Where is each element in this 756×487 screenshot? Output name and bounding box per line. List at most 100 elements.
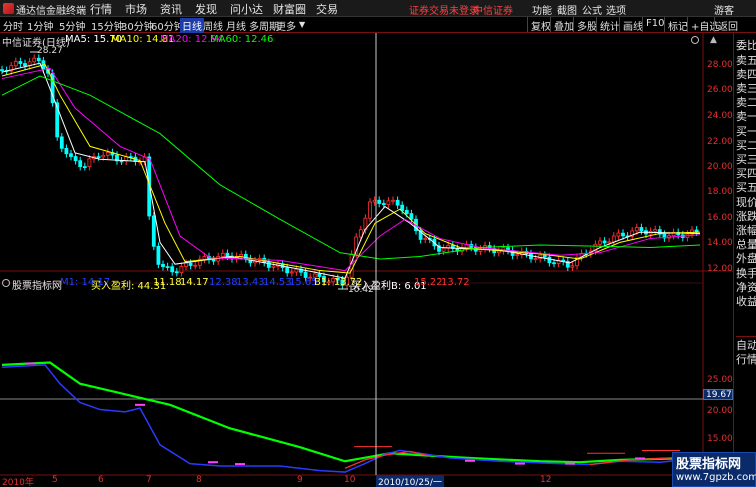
candle-body	[621, 232, 625, 237]
login-status[interactable]: 证券交易未登录	[409, 2, 479, 17]
candle-body	[533, 258, 538, 260]
tab-intraday[interactable]: 分时	[3, 18, 23, 33]
price-tick: 14.00	[707, 238, 733, 248]
watermark-url: www.7gpzb.com	[676, 472, 756, 483]
tab-multi-period[interactable]: 多周期	[249, 18, 279, 33]
title-bar: 通达信金融终端 行情 市场 资讯 发现 问小达 财富圈 交易 证券交易未登录 中…	[0, 0, 756, 17]
candle-body	[570, 265, 575, 268]
candle-body	[634, 227, 639, 232]
menu-item-screenshot[interactable]: 截图	[557, 2, 577, 17]
tab-1min[interactable]: 1分钟	[27, 18, 53, 33]
candle-body	[653, 229, 658, 232]
app-name: 通达信金融终端	[16, 6, 86, 17]
tab-more[interactable]: 更多	[276, 18, 296, 33]
tab-weekly[interactable]: 周线	[203, 18, 223, 33]
candle-body	[36, 57, 41, 62]
indicator-tick: 15.00	[707, 434, 733, 444]
menu-item-assistant[interactable]: 问小达	[230, 1, 263, 17]
candle-body	[193, 264, 198, 267]
candle-body	[165, 266, 170, 269]
candle-body	[179, 265, 184, 273]
indicator-v4: 13.43	[236, 277, 265, 288]
x-label: 7	[146, 475, 152, 485]
candle-body	[542, 254, 547, 258]
price-tick: 12.00	[707, 264, 733, 274]
candle-body	[82, 166, 87, 168]
candle-body	[64, 147, 69, 155]
menu-item-news[interactable]: 资讯	[160, 1, 182, 17]
menu-item-quotes[interactable]: 行情	[90, 1, 112, 17]
more-chevron-icon[interactable]: ▼	[299, 20, 305, 29]
candle-body	[602, 240, 607, 244]
indicator-tick: 20.00	[707, 406, 733, 416]
candle-body	[96, 156, 101, 159]
candle-body	[441, 247, 446, 252]
panel-label: 收益	[736, 295, 756, 308]
candle-body	[547, 256, 552, 264]
price-tick: 24.00	[707, 111, 733, 121]
indicator-blue-line	[1, 364, 701, 473]
candle-body	[368, 201, 372, 219]
candle-body	[639, 227, 644, 232]
panel-label: 外盘	[736, 252, 756, 265]
candle-body	[73, 156, 78, 162]
back-button[interactable]: 返回	[714, 17, 741, 33]
candle-body	[611, 235, 616, 243]
menu-item-market[interactable]: 市场	[125, 1, 147, 17]
menu-item-discover[interactable]: 发现	[195, 1, 217, 17]
candle-body	[386, 200, 391, 206]
candle-body	[404, 210, 409, 215]
tab-15min[interactable]: 15分钟	[91, 18, 124, 33]
chart-area[interactable]	[0, 33, 733, 487]
price-tick: 28.00	[707, 60, 733, 70]
indicator-v3: 12.38	[209, 277, 238, 288]
quote-side-panel: 委比 卖五 卖四 卖三 卖二 卖一 买一 买二 买三 买四 买五 现价 涨跌 涨…	[733, 33, 756, 487]
candle-body	[32, 57, 37, 63]
ma60-line	[1, 75, 701, 260]
indicator-v5: 14.53	[263, 277, 292, 288]
candle-body	[18, 61, 23, 64]
menu-item-formula[interactable]: 公式	[582, 2, 602, 17]
quotes-toggle[interactable]: 行情	[736, 351, 756, 367]
candle-body	[552, 262, 556, 265]
tab-monthly[interactable]: 月线	[226, 18, 246, 33]
candle-body	[101, 154, 106, 158]
price-tick: 26.00	[707, 85, 733, 95]
app-logo-icon	[3, 3, 14, 14]
candle-body	[271, 265, 276, 268]
candle-body	[598, 240, 602, 245]
candle-body	[78, 160, 83, 167]
candle-body	[289, 271, 294, 274]
high-price-label: 28.27	[37, 46, 63, 56]
candle-body	[0, 69, 4, 71]
user-guest[interactable]: 游客	[714, 2, 734, 17]
tab-30min[interactable]: 30分钟	[121, 18, 154, 33]
price-tick: 20.00	[707, 162, 733, 172]
moving-average-lines	[1, 62, 701, 279]
candle-body	[156, 245, 161, 265]
indicator-v8: 13.72	[441, 277, 470, 288]
indicator-tick: 25.00	[707, 375, 733, 385]
candle-body	[184, 262, 188, 267]
candle-body	[119, 160, 124, 163]
menu-item-options[interactable]: 选项	[606, 2, 626, 17]
candle-body	[607, 241, 612, 244]
broker-name[interactable]: 中信证券	[473, 2, 513, 17]
menu-item-trade[interactable]: 交易	[316, 1, 338, 17]
candle-body	[409, 213, 414, 220]
candle-body	[170, 266, 175, 273]
indicator-settings-icon[interactable]	[2, 279, 10, 287]
tab-daily[interactable]: 日线	[180, 18, 204, 33]
menu-item-wealth[interactable]: 财富圈	[273, 1, 306, 17]
indicator-name[interactable]: 股票指标网	[12, 277, 62, 292]
candle-body	[161, 263, 165, 268]
x-label: 9	[297, 475, 303, 485]
indicator-lines	[1, 361, 701, 473]
menu-item-function[interactable]: 功能	[532, 2, 552, 17]
panel-label: 委比	[736, 39, 756, 52]
tab-5min[interactable]: 5分钟	[59, 18, 85, 33]
candle-body	[395, 199, 400, 206]
x-cursor-date: 2010/10/25/一	[376, 475, 444, 487]
watermark-logo: 股票指标网 www.7gpzb.com	[672, 452, 756, 487]
tab-60min[interactable]: 60分钟	[151, 18, 184, 33]
